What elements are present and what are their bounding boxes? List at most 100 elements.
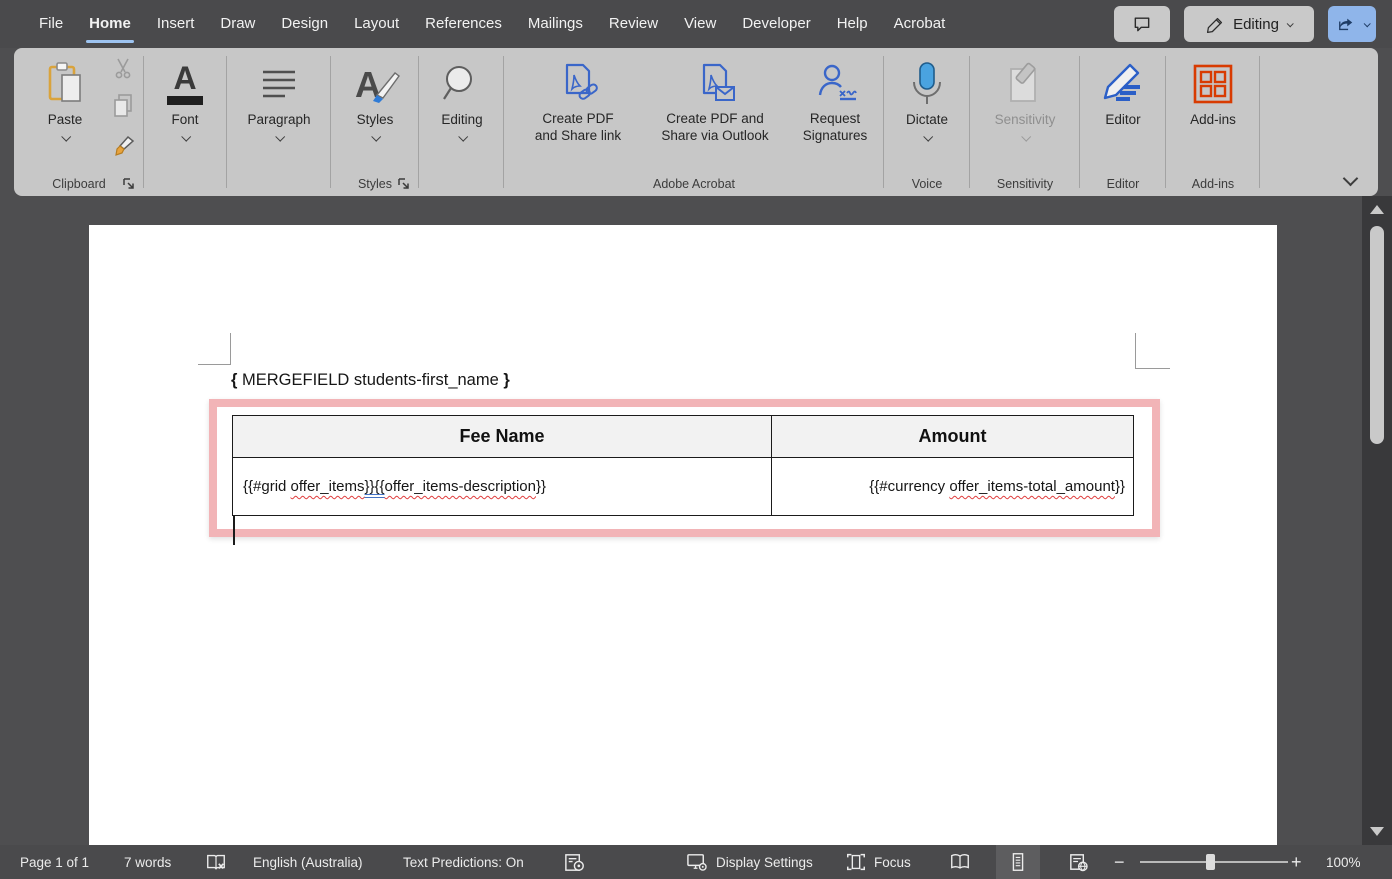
cut-button[interactable]: [111, 56, 135, 85]
paragraph-button[interactable]: Paragraph: [237, 58, 321, 141]
zoom-in-button[interactable]: +: [1291, 845, 1302, 879]
plus-icon: +: [1291, 852, 1302, 873]
create-pdf-share-link-button[interactable]: Create PDF and Share link: [518, 58, 638, 144]
menu-tab-mailings[interactable]: Mailings: [515, 0, 596, 48]
menu-tab-layout[interactable]: Layout: [341, 0, 412, 48]
menu-tab-acrobat[interactable]: Acrobat: [881, 0, 959, 48]
editor-insights-button[interactable]: [563, 845, 586, 879]
menu-tab-references[interactable]: References: [412, 0, 515, 48]
word-count-label: 7 words: [124, 855, 171, 870]
ribbon-group-addins: Add-ins Add-ins: [1166, 48, 1260, 196]
editor-icon: [1100, 58, 1146, 110]
sensitivity-group-label: Sensitivity: [970, 177, 1080, 191]
proofing-icon: [205, 851, 227, 873]
collapse-ribbon-icon[interactable]: [1343, 171, 1359, 187]
dictate-button[interactable]: Dictate: [895, 58, 959, 141]
vertical-scrollbar[interactable]: [1362, 196, 1392, 845]
addins-icon: [1191, 58, 1235, 110]
clipboard-dialog-launcher-icon[interactable]: [122, 177, 136, 191]
request-signatures-label-1: Request: [810, 110, 860, 127]
create-pdf-share-outlook-button[interactable]: Create PDF and Share via Outlook: [644, 58, 786, 144]
fees-table[interactable]: Fee Name Amount {{#grid offer_items}}{{o…: [232, 415, 1134, 516]
document-page[interactable]: { MERGEFIELD students-first_name } Fee N…: [89, 225, 1277, 845]
header-cell-fee-name[interactable]: Fee Name: [233, 416, 772, 458]
addins-button[interactable]: Add-ins: [1180, 58, 1246, 127]
fee-template-field1: offer_items: [291, 478, 365, 495]
page-count[interactable]: Page 1 of 1: [20, 845, 89, 879]
request-signatures-icon: [812, 58, 858, 110]
menu-tab-review[interactable]: Review: [596, 0, 671, 48]
menu-tab-developer[interactable]: Developer: [729, 0, 823, 48]
header-cell-amount[interactable]: Amount: [772, 416, 1134, 458]
display-settings-label: Display Settings: [716, 855, 813, 870]
ribbon-group-editor: Editor Editor: [1080, 48, 1166, 196]
create-pdf-share-link-label-1: Create PDF: [542, 110, 613, 127]
editing-mode-dropdown[interactable]: Editing: [1184, 6, 1314, 42]
chevron-down-icon: [181, 132, 191, 142]
editing-mode-label: Editing: [1233, 16, 1279, 33]
word-count[interactable]: 7 words: [124, 845, 171, 879]
zoom-level-button[interactable]: 100%: [1326, 845, 1361, 879]
zoom-slider-track[interactable]: [1140, 861, 1288, 863]
focus-button[interactable]: Focus: [845, 845, 911, 879]
mergefield-text[interactable]: { MERGEFIELD students-first_name }: [231, 371, 510, 390]
zoom-slider-handle[interactable]: [1206, 854, 1215, 870]
margin-corner-mark-left: [198, 333, 231, 365]
scroll-up-arrow-icon[interactable]: [1370, 205, 1384, 214]
adobe-acrobat-group-label: Adobe Acrobat: [504, 177, 884, 191]
copy-button[interactable]: [111, 93, 135, 124]
print-layout-view-button[interactable]: [996, 845, 1040, 879]
pdf-outlook-icon: [692, 58, 738, 110]
text-predictions-button[interactable]: Text Predictions: On: [403, 845, 524, 879]
read-mode-view-button[interactable]: [938, 845, 982, 879]
text-predictions-label: Text Predictions: On: [403, 855, 524, 870]
font-button[interactable]: A Font: [152, 58, 218, 141]
menu-tab-insert[interactable]: Insert: [144, 0, 208, 48]
menu-tab-file[interactable]: File: [26, 0, 76, 48]
create-pdf-share-outlook-label-1: Create PDF and: [666, 110, 764, 127]
scrollbar-thumb[interactable]: [1370, 226, 1384, 444]
amount-template-post: }}: [1115, 478, 1125, 495]
zoom-out-button[interactable]: −: [1114, 845, 1125, 879]
proofing-errors-button[interactable]: [205, 845, 227, 879]
request-signatures-button[interactable]: Request Signatures: [792, 58, 878, 144]
ribbon-group-voice: Dictate Voice: [884, 48, 970, 196]
format-painter-button[interactable]: [110, 132, 136, 163]
menu-tab-view[interactable]: View: [671, 0, 729, 48]
create-pdf-share-outlook-label-2: Share via Outlook: [661, 127, 768, 144]
styles-button[interactable]: A Styles: [342, 58, 408, 141]
share-button[interactable]: [1328, 6, 1376, 42]
menu-tab-draw[interactable]: Draw: [207, 0, 268, 48]
ribbon-group-styles: A Styles Styles: [331, 48, 419, 196]
minus-icon: −: [1114, 852, 1125, 873]
editing-button[interactable]: Editing: [429, 58, 495, 141]
chevron-down-icon: [1021, 132, 1031, 142]
paste-button[interactable]: Paste: [30, 58, 100, 141]
scroll-down-arrow-icon[interactable]: [1370, 827, 1384, 836]
zoom-slider[interactable]: [1140, 845, 1288, 879]
cell-fee-description[interactable]: {{#grid offer_items}}{{offer_items-descr…: [233, 458, 772, 516]
display-settings-button[interactable]: Display Settings: [686, 845, 813, 879]
cell-amount-value[interactable]: {{#currency offer_items-total_amount}}: [772, 458, 1134, 516]
menu-tab-help[interactable]: Help: [824, 0, 881, 48]
menu-tab-home[interactable]: Home: [76, 0, 144, 48]
addins-label: Add-ins: [1190, 112, 1236, 127]
menu-tab-design[interactable]: Design: [268, 0, 341, 48]
pdf-link-icon: [555, 58, 601, 110]
chevron-down-icon: [371, 132, 381, 142]
table-header-row: Fee Name Amount: [233, 416, 1134, 458]
web-layout-view-button[interactable]: [1056, 845, 1100, 879]
dictate-icon: [907, 58, 947, 110]
amount-template-pre: {{#currency: [869, 478, 949, 495]
editor-button[interactable]: Editor: [1094, 58, 1152, 127]
display-settings-icon: [686, 851, 709, 874]
chevron-down-icon: [1363, 20, 1370, 27]
sensitivity-button[interactable]: Sensitivity: [987, 58, 1063, 141]
editor-group-label: Editor: [1080, 177, 1166, 191]
chevron-down-icon: [275, 132, 285, 142]
language-button[interactable]: English (Australia): [253, 845, 363, 879]
styles-dialog-launcher-icon[interactable]: [397, 177, 411, 191]
chevron-down-icon: [1287, 20, 1294, 27]
comments-button[interactable]: [1114, 6, 1170, 42]
ribbon-group-editing: Editing: [419, 48, 504, 196]
